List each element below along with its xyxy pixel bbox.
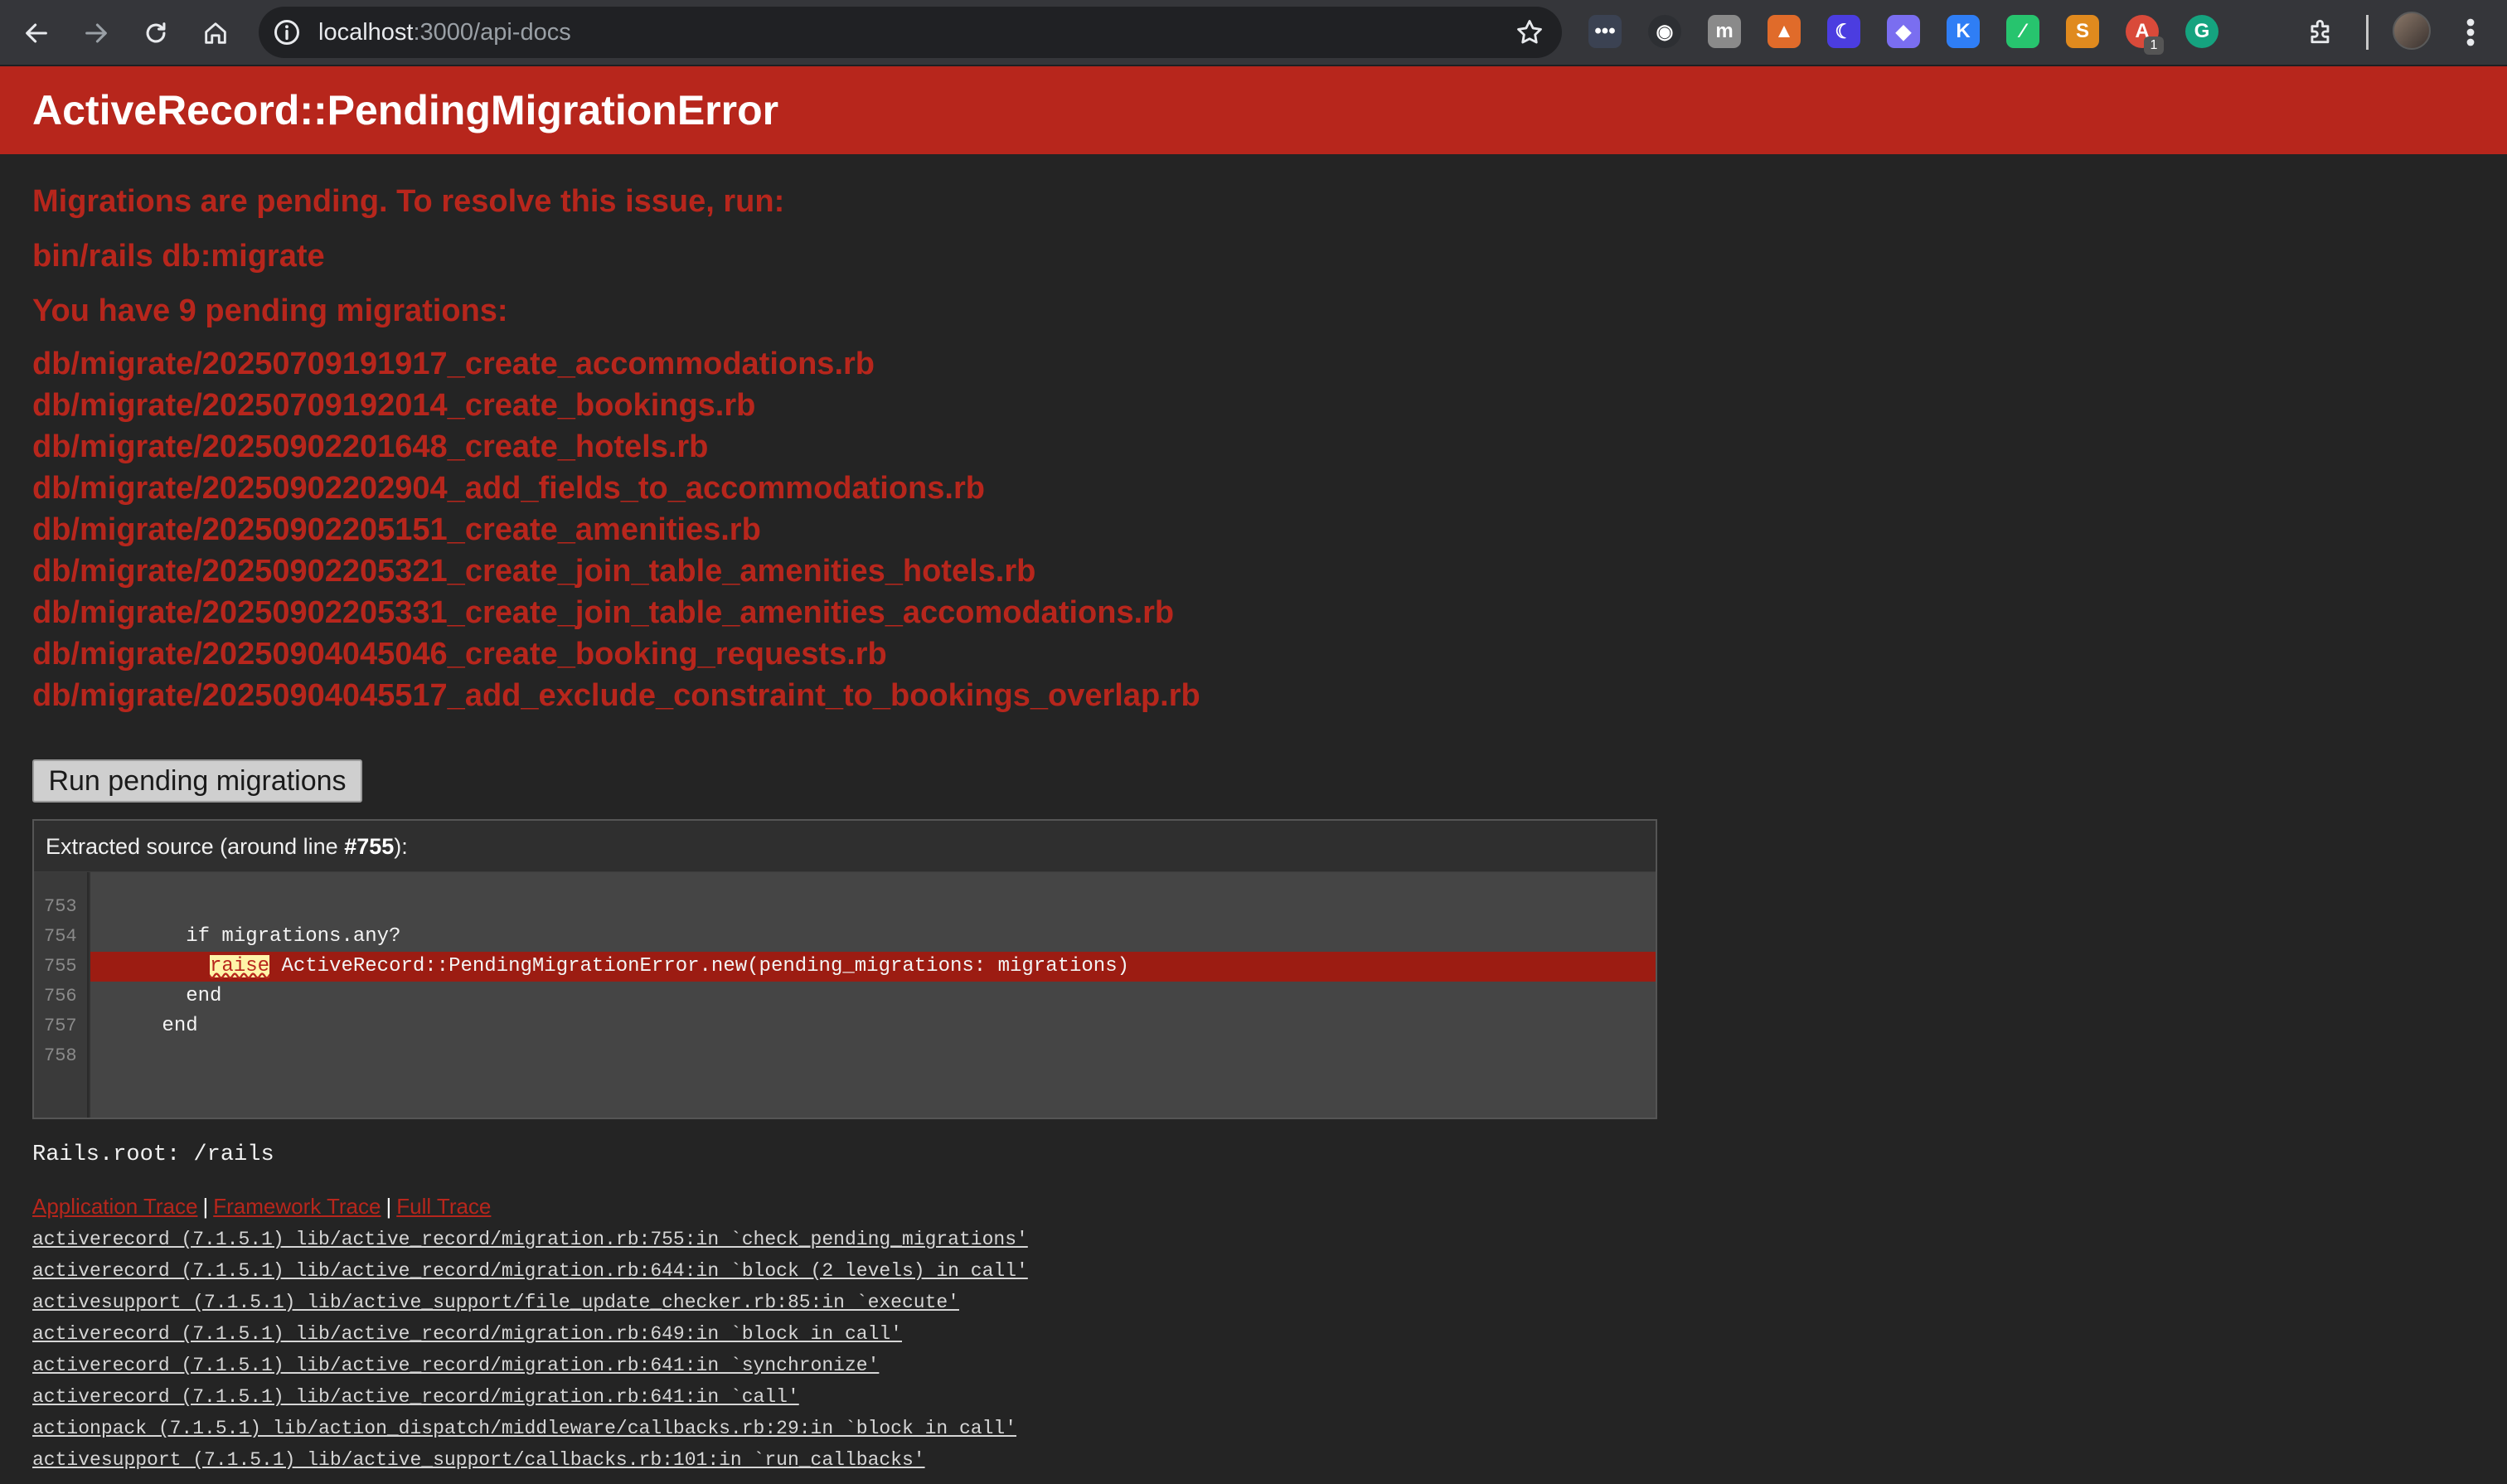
more-extension-icon[interactable]: ••• (1588, 15, 1622, 48)
reload-button[interactable] (133, 10, 179, 56)
trace-tab-application-trace[interactable]: Application Trace (32, 1194, 197, 1219)
trace-line[interactable]: actionpack (7.1.5.1) lib/action_dispatch… (32, 1413, 1028, 1444)
trace-line[interactable]: activesupport (7.1.5.1) lib/active_suppo… (32, 1444, 1028, 1476)
s-extension-icon[interactable]: S (2066, 15, 2099, 48)
trace-separator: | (202, 1194, 209, 1219)
code-block: if migrations.any? raise ActiveRecord::P… (90, 872, 1656, 1118)
puzzle-icon (2311, 19, 2330, 44)
k-extension-glyph: K (1956, 20, 1971, 42)
address-bar[interactable]: localhost:3000/api-docs (259, 7, 1562, 58)
arrow-right-icon (85, 23, 107, 43)
line-number: 754 (44, 926, 77, 947)
highlighted-keyword: raise (210, 955, 270, 977)
moon-extension-glyph: ☾ (1835, 20, 1853, 43)
m-extension-glyph: m (1715, 20, 1734, 42)
migration-item: db/migrate/20250902205151_create_ameniti… (32, 512, 761, 547)
code-line: end (90, 985, 222, 1007)
migration-item: db/migrate/20250902202904_add_fields_to_… (32, 471, 985, 506)
code-text: ActiveRecord::PendingMigrationError.new(… (269, 955, 1130, 977)
line-number: 757 (44, 1016, 77, 1036)
lens-extension-glyph: ◉ (1656, 20, 1674, 43)
trace-tab-framework-trace[interactable]: Framework Trace (213, 1194, 381, 1219)
extracted-source: Extracted source (around line #755): 753… (32, 819, 1657, 1119)
rails-root: Rails.root: /rails (32, 1142, 274, 1167)
home-icon (205, 22, 226, 44)
migration-item: db/migrate/20250904045517_add_exclude_co… (32, 678, 1200, 713)
error-message: Migrations are pending. To resolve this … (32, 184, 785, 219)
line-number: 753 (44, 896, 77, 917)
url-text[interactable]: localhost:3000/api-docs (318, 7, 571, 58)
code-line: end (90, 1015, 198, 1037)
line-number: 756 (44, 986, 77, 1006)
arrow-left-icon (26, 23, 47, 43)
source-header-prefix: Extracted source (around line (46, 834, 345, 859)
error-title: ActiveRecord::PendingMigrationError (32, 87, 779, 133)
line-number: 755 (44, 956, 77, 977)
pending-migrations-list: db/migrate/20250709191917_create_accommo… (32, 343, 1200, 716)
lens-extension-icon[interactable]: ◉ (1648, 15, 1681, 48)
migration-item: db/migrate/20250709191917_create_accommo… (32, 347, 875, 381)
line-number-gutter: 753 754 755 756 757 758 (34, 872, 89, 1118)
migration-item: db/migrate/20250904045046_create_booking… (32, 637, 887, 672)
trace-line[interactable]: activesupport (7.1.5.1) lib/active_suppo… (32, 1287, 1028, 1318)
pen-extension-icon[interactable]: ∕ (2006, 15, 2039, 48)
home-button[interactable] (192, 10, 239, 56)
pending-count: You have 9 pending migrations: (32, 293, 508, 328)
moon-extension-icon[interactable]: ☾ (1827, 15, 1860, 48)
m-extension-icon[interactable]: m (1708, 15, 1741, 48)
source-header-suffix: ): (394, 834, 408, 859)
trace-line[interactable]: activerecord (7.1.5.1) lib/active_record… (32, 1224, 1028, 1255)
k-extension-icon[interactable]: K (1947, 15, 1980, 48)
migration-item: db/migrate/20250902205331_create_join_ta… (32, 595, 1175, 630)
forward-button[interactable] (73, 10, 119, 56)
trace-line[interactable]: activerecord (7.1.5.1) lib/active_record… (32, 1318, 1028, 1350)
error-header: ActiveRecord::PendingMigrationError (0, 66, 2507, 154)
fox-extension-glyph: ▲ (1774, 20, 1794, 42)
ghost-extension-glyph: ◆ (1895, 20, 1912, 43)
api-extension-icon[interactable]: A1 (2126, 15, 2164, 55)
line-number: 758 (44, 1045, 77, 1066)
trace-tabs: Application Trace | Framework Trace | Full T… (32, 1194, 491, 1220)
grammarly-extension-glyph: G (2194, 20, 2210, 42)
profile-avatar[interactable] (2393, 12, 2431, 50)
url-path: :3000/api-docs (413, 19, 571, 46)
trace-line[interactable]: activerecord (7.1.5.1) lib/active_record… (32, 1255, 1028, 1287)
reload-icon (146, 22, 166, 43)
ghost-extension-icon[interactable]: ◆ (1887, 15, 1920, 48)
bookmark-star-icon[interactable] (1514, 17, 1545, 48)
toolbar-divider (2366, 15, 2369, 50)
extensions-puzzle-button[interactable] (2305, 15, 2338, 48)
back-button[interactable] (13, 10, 60, 56)
site-info-icon[interactable] (272, 17, 302, 47)
url-host: localhost (318, 19, 414, 46)
trace-list: activerecord (7.1.5.1) lib/active_record… (32, 1224, 1028, 1476)
trace-tab-full-trace[interactable]: Full Trace (396, 1194, 491, 1219)
migrate-command: bin/rails db:migrate (32, 239, 325, 274)
migration-item: db/migrate/20250902205321_create_join_ta… (32, 554, 1036, 589)
grammarly-extension-icon[interactable]: G (2185, 15, 2218, 48)
migration-item: db/migrate/20250902201648_create_hotels.… (32, 429, 709, 464)
migration-item: db/migrate/20250709192014_create_booking… (32, 388, 756, 423)
trace-separator: | (386, 1194, 392, 1219)
more-extension-glyph: ••• (1594, 20, 1616, 42)
trace-line[interactable]: activerecord (7.1.5.1) lib/active_record… (32, 1381, 1028, 1413)
run-pending-migrations-button[interactable]: Run pending migrations (32, 759, 362, 803)
source-header: Extracted source (around line #755): (34, 821, 1656, 872)
pen-extension-glyph: ∕ (2020, 20, 2025, 42)
highlighted-code-line: raise ActiveRecord::PendingMigrationErro… (90, 952, 1656, 982)
s-extension-glyph: S (2075, 20, 2089, 42)
notification-badge: 1 (2144, 36, 2164, 55)
fox-extension-icon[interactable]: ▲ (1768, 15, 1801, 48)
browser-toolbar: localhost:3000/api-docs ••• ◉ m ▲ ☾ ◆ K ∕ S A 1 G (0, 0, 2507, 66)
trace-line[interactable]: activerecord (7.1.5.1) lib/active_record… (32, 1350, 1028, 1381)
code-line: if migrations.any? (90, 925, 401, 948)
menu-kebab-icon[interactable] (2461, 12, 2480, 53)
source-line-ref: #755 (344, 834, 395, 859)
